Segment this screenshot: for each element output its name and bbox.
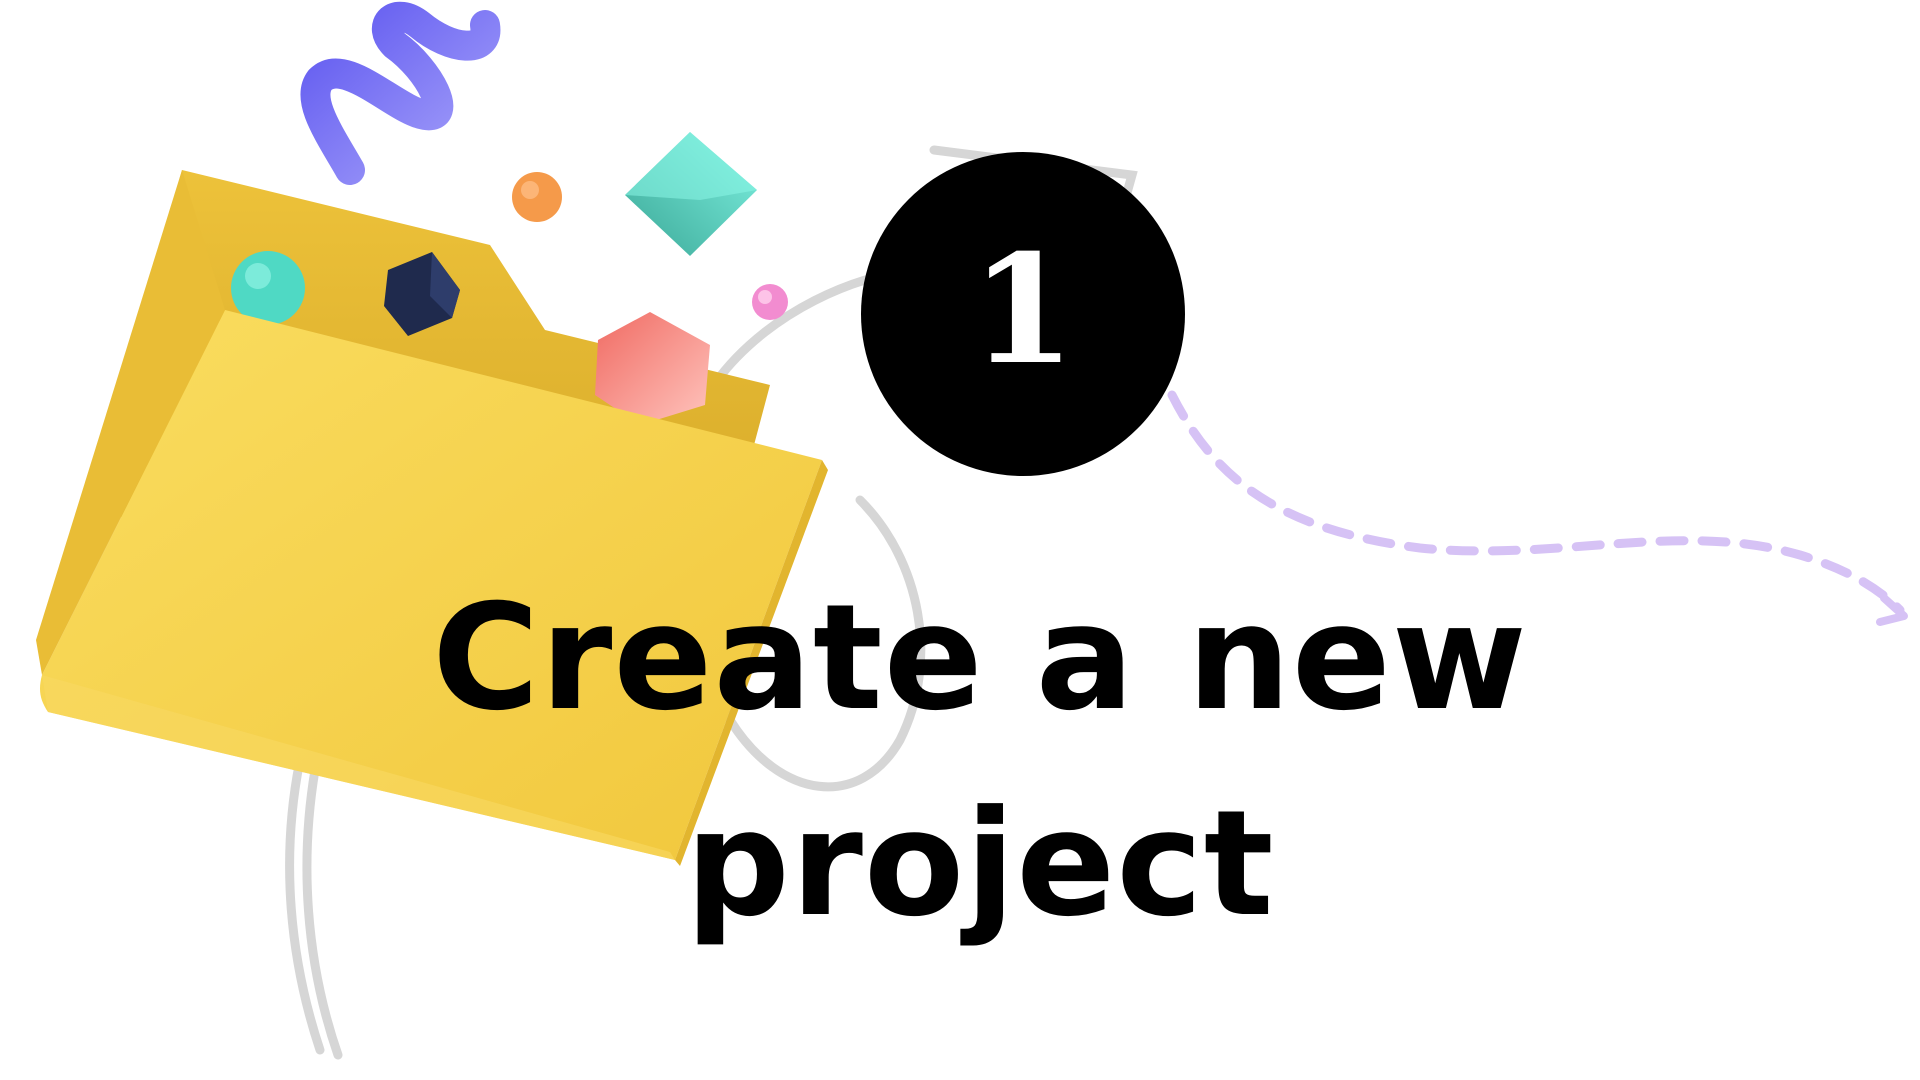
- teal-ball: [231, 251, 305, 325]
- title-line-1: Create a new: [432, 573, 1528, 743]
- pink-dot: [752, 284, 788, 320]
- teal-cube: [625, 132, 757, 256]
- squiggle-shape: [300, 1, 501, 185]
- step-number-badge: 1: [861, 152, 1185, 476]
- page-title: Create a new project: [180, 555, 1780, 967]
- orange-dot: [512, 172, 562, 222]
- title-line-2: project: [685, 779, 1275, 949]
- slide-canvas: 1 Create a new project: [0, 0, 1920, 1080]
- step-number: 1: [970, 222, 1076, 398]
